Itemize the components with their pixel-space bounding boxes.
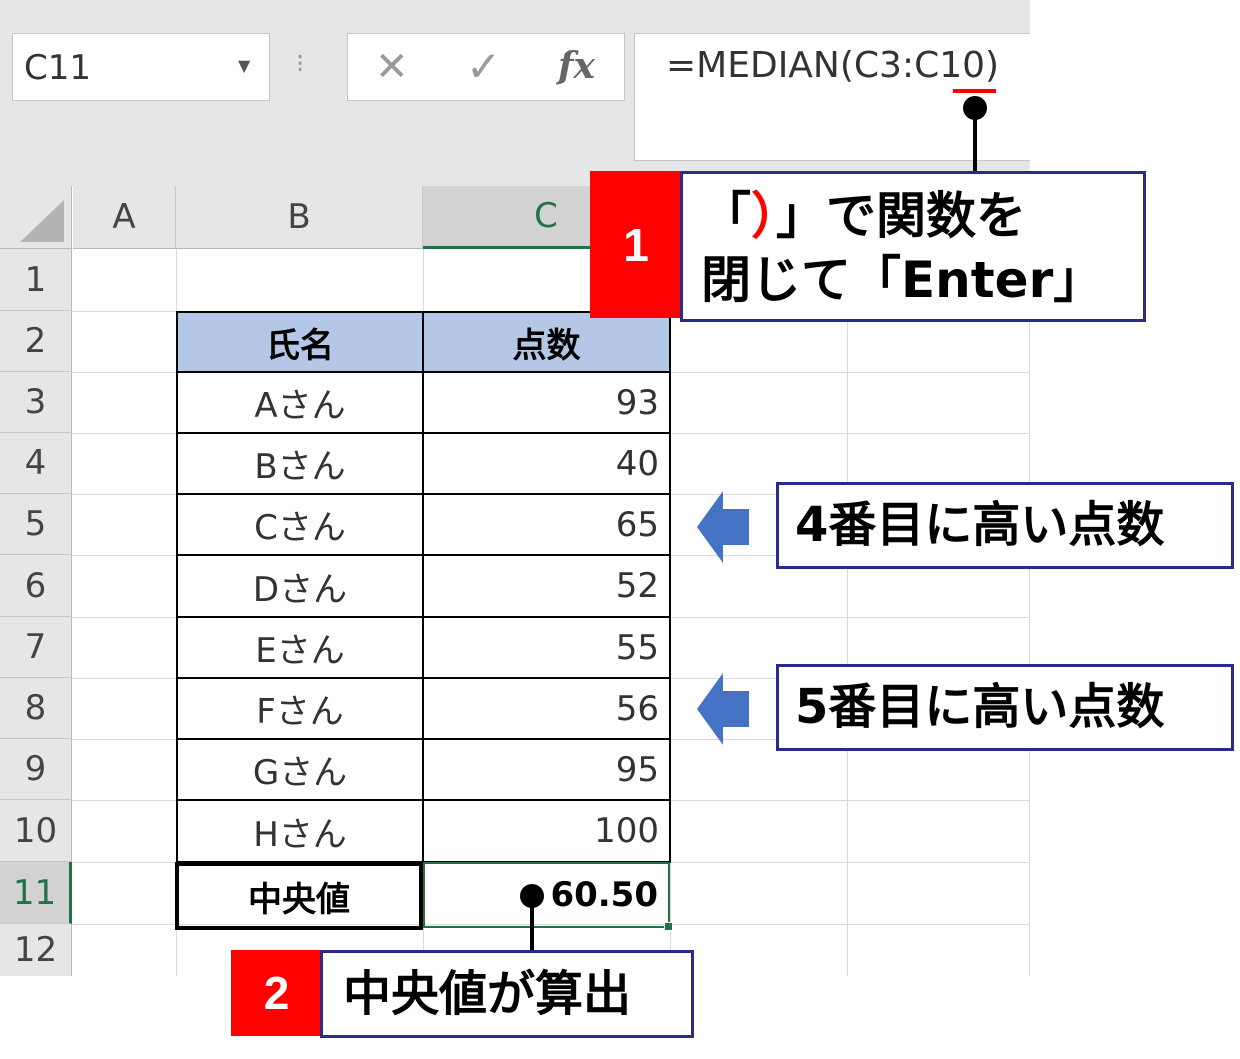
pointer-line bbox=[530, 900, 534, 952]
table-cell-score[interactable]: 65 bbox=[422, 493, 671, 556]
column-header-a[interactable]: A bbox=[73, 186, 176, 249]
name-box-value: C11 bbox=[24, 48, 92, 88]
table-cell-name[interactable]: Cさん bbox=[176, 493, 424, 556]
enter-icon[interactable]: ✓ bbox=[466, 42, 501, 92]
table-cell-score[interactable]: 93 bbox=[422, 371, 671, 434]
table-cell-name[interactable]: Aさん bbox=[176, 371, 424, 434]
row-header-6[interactable]: 6 bbox=[0, 555, 72, 617]
row-header-10[interactable]: 10 bbox=[0, 800, 72, 862]
select-all-icon bbox=[20, 200, 64, 242]
formula-text: =MEDIAN(C3:C10) bbox=[666, 45, 1000, 86]
chevron-down-icon[interactable]: ▼ bbox=[238, 56, 250, 76]
table-cell-name[interactable]: Dさん bbox=[176, 554, 424, 618]
table-cell-name[interactable]: Hさん bbox=[176, 799, 424, 863]
row-header-4[interactable]: 4 bbox=[0, 433, 72, 494]
table-cell-name[interactable]: Gさん bbox=[176, 738, 424, 801]
row-header-12[interactable]: 12 bbox=[0, 924, 72, 976]
column-header-b[interactable]: B bbox=[176, 186, 423, 249]
select-all-button[interactable] bbox=[0, 186, 72, 249]
bracket-open: 「 bbox=[701, 187, 751, 245]
table-cell-score[interactable]: 52 bbox=[422, 554, 671, 618]
cancel-icon[interactable]: ✕ bbox=[375, 42, 409, 92]
table-header-name[interactable]: 氏名 bbox=[176, 311, 424, 373]
table-cell-score[interactable]: 95 bbox=[422, 738, 671, 801]
callout-step-1-suffix: 」で関数を bbox=[776, 187, 1026, 245]
note-5th-highest: 5番目に高い点数 bbox=[776, 664, 1234, 751]
note-4th-highest: 4番目に高い点数 bbox=[776, 482, 1234, 569]
step-number-1: 1 bbox=[590, 171, 682, 318]
row-header-2[interactable]: 2 bbox=[0, 311, 72, 372]
row-header-1[interactable]: 1 bbox=[0, 249, 72, 311]
table-header-score[interactable]: 点数 bbox=[422, 311, 671, 373]
table-cell-score[interactable]: 56 bbox=[422, 677, 671, 740]
arrow-left-icon bbox=[697, 673, 749, 745]
table-cell-score[interactable]: 100 bbox=[422, 799, 671, 863]
table-cell-score[interactable]: 55 bbox=[422, 616, 671, 679]
row-header-3[interactable]: 3 bbox=[0, 372, 72, 433]
callout-step-1-line-2: 閉じて「Enter」 bbox=[701, 251, 1104, 309]
table-cell-name[interactable]: Fさん bbox=[176, 677, 424, 740]
table-cell-score[interactable]: 40 bbox=[422, 432, 671, 495]
callout-step-1: 「）」で関数を 閉じて「Enter」 bbox=[680, 171, 1146, 322]
insert-function-icon[interactable]: fx bbox=[558, 44, 595, 88]
row-header-5[interactable]: 5 bbox=[0, 494, 72, 555]
table-cell-name[interactable]: Bさん bbox=[176, 432, 424, 495]
arrow-left-icon bbox=[697, 491, 749, 563]
median-value-cell[interactable]: 60.50 bbox=[423, 862, 670, 928]
fill-handle[interactable] bbox=[664, 922, 673, 931]
pointer-line bbox=[973, 112, 977, 174]
closing-paren-highlight bbox=[953, 89, 996, 93]
callout-step-2: 中央値が算出 bbox=[320, 950, 694, 1038]
row-header-11[interactable]: 11 bbox=[0, 862, 72, 924]
gridline bbox=[847, 249, 848, 976]
median-label-cell[interactable]: 中央値 bbox=[175, 862, 423, 930]
callout-step-1-line-1: 「）」で関数を bbox=[701, 184, 1143, 248]
gridline bbox=[1029, 249, 1030, 976]
row-header-7[interactable]: 7 bbox=[0, 617, 72, 678]
row-header-9[interactable]: 9 bbox=[0, 739, 72, 800]
table-cell-name[interactable]: Eさん bbox=[176, 616, 424, 679]
drag-handle-icon[interactable]: ⁝ bbox=[296, 46, 304, 82]
closing-paren-text: ） bbox=[751, 187, 776, 245]
row-header-8[interactable]: 8 bbox=[0, 678, 72, 739]
step-number-2: 2 bbox=[231, 950, 322, 1036]
